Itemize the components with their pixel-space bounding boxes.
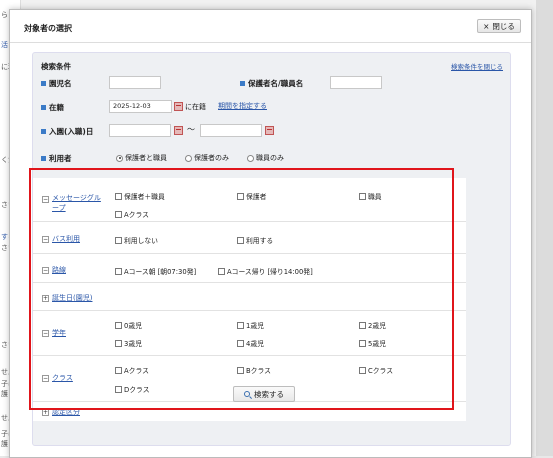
close-button-label: 閉じる [492, 21, 515, 31]
radio-staff-only[interactable]: 職員のみ [247, 153, 284, 163]
child-name-label-text: 園児名 [49, 79, 72, 88]
child-name-input[interactable] [109, 76, 161, 89]
search-conditions-title: 検索条件 [41, 62, 71, 71]
calendar-icon[interactable] [265, 126, 274, 135]
bullet-icon [41, 129, 46, 134]
collapse-conditions-link[interactable]: 検索条件を閉じる [451, 61, 503, 71]
guardian-name-label-text: 保護者名/職員名 [248, 79, 304, 88]
admission-date-label-text: 入園(入職)日 [49, 127, 94, 136]
background-scrollbar [536, 0, 553, 456]
enrolled-label-text: 在籍 [49, 103, 64, 112]
bullet-icon [41, 81, 46, 86]
radio-icon [247, 154, 254, 162]
expand-icon[interactable]: + [42, 409, 49, 416]
bullet-icon [41, 105, 46, 110]
radio-selected-icon [116, 154, 123, 162]
admission-start-input[interactable] [109, 124, 171, 137]
radio-guardian-only[interactable]: 保護者のみ [185, 153, 229, 163]
admission-date-label: 入園(入職)日 [41, 126, 93, 137]
highlight-frame [29, 168, 454, 410]
admission-end-input[interactable] [200, 124, 262, 137]
bullet-icon [240, 81, 245, 86]
title-divider [10, 42, 531, 43]
specify-period-link[interactable]: 期間を指定する [218, 101, 267, 111]
radio-label: 保護者と職員 [125, 154, 167, 162]
close-button[interactable]: × 閉じる [477, 19, 521, 33]
close-icon: × [483, 21, 490, 31]
enrolled-label: 在籍 [41, 102, 64, 113]
enrolled-suffix: に在籍 [185, 103, 206, 111]
bg-fragment: ら [1, 11, 8, 19]
guardian-name-label: 保護者名/職員名 [240, 78, 303, 89]
radio-guardian-and-staff[interactable]: 保護者と職員 [116, 153, 167, 163]
enrolled-date-input[interactable]: 2025-12-03 [109, 100, 172, 113]
range-separator: 〜 [187, 125, 195, 134]
radio-icon [185, 154, 192, 162]
radio-label: 職員のみ [256, 154, 284, 162]
child-name-label: 園児名 [41, 78, 72, 89]
user-type-label-text: 利用者 [49, 154, 72, 163]
user-type-label: 利用者 [41, 153, 72, 164]
guardian-name-input[interactable] [330, 76, 382, 89]
bg-fragment: 活 [1, 41, 8, 49]
bullet-icon [41, 156, 46, 161]
radio-label: 保護者のみ [194, 154, 229, 162]
modal-title: 対象者の選択 [24, 24, 72, 33]
calendar-icon[interactable] [174, 102, 183, 111]
calendar-icon[interactable] [174, 126, 183, 135]
